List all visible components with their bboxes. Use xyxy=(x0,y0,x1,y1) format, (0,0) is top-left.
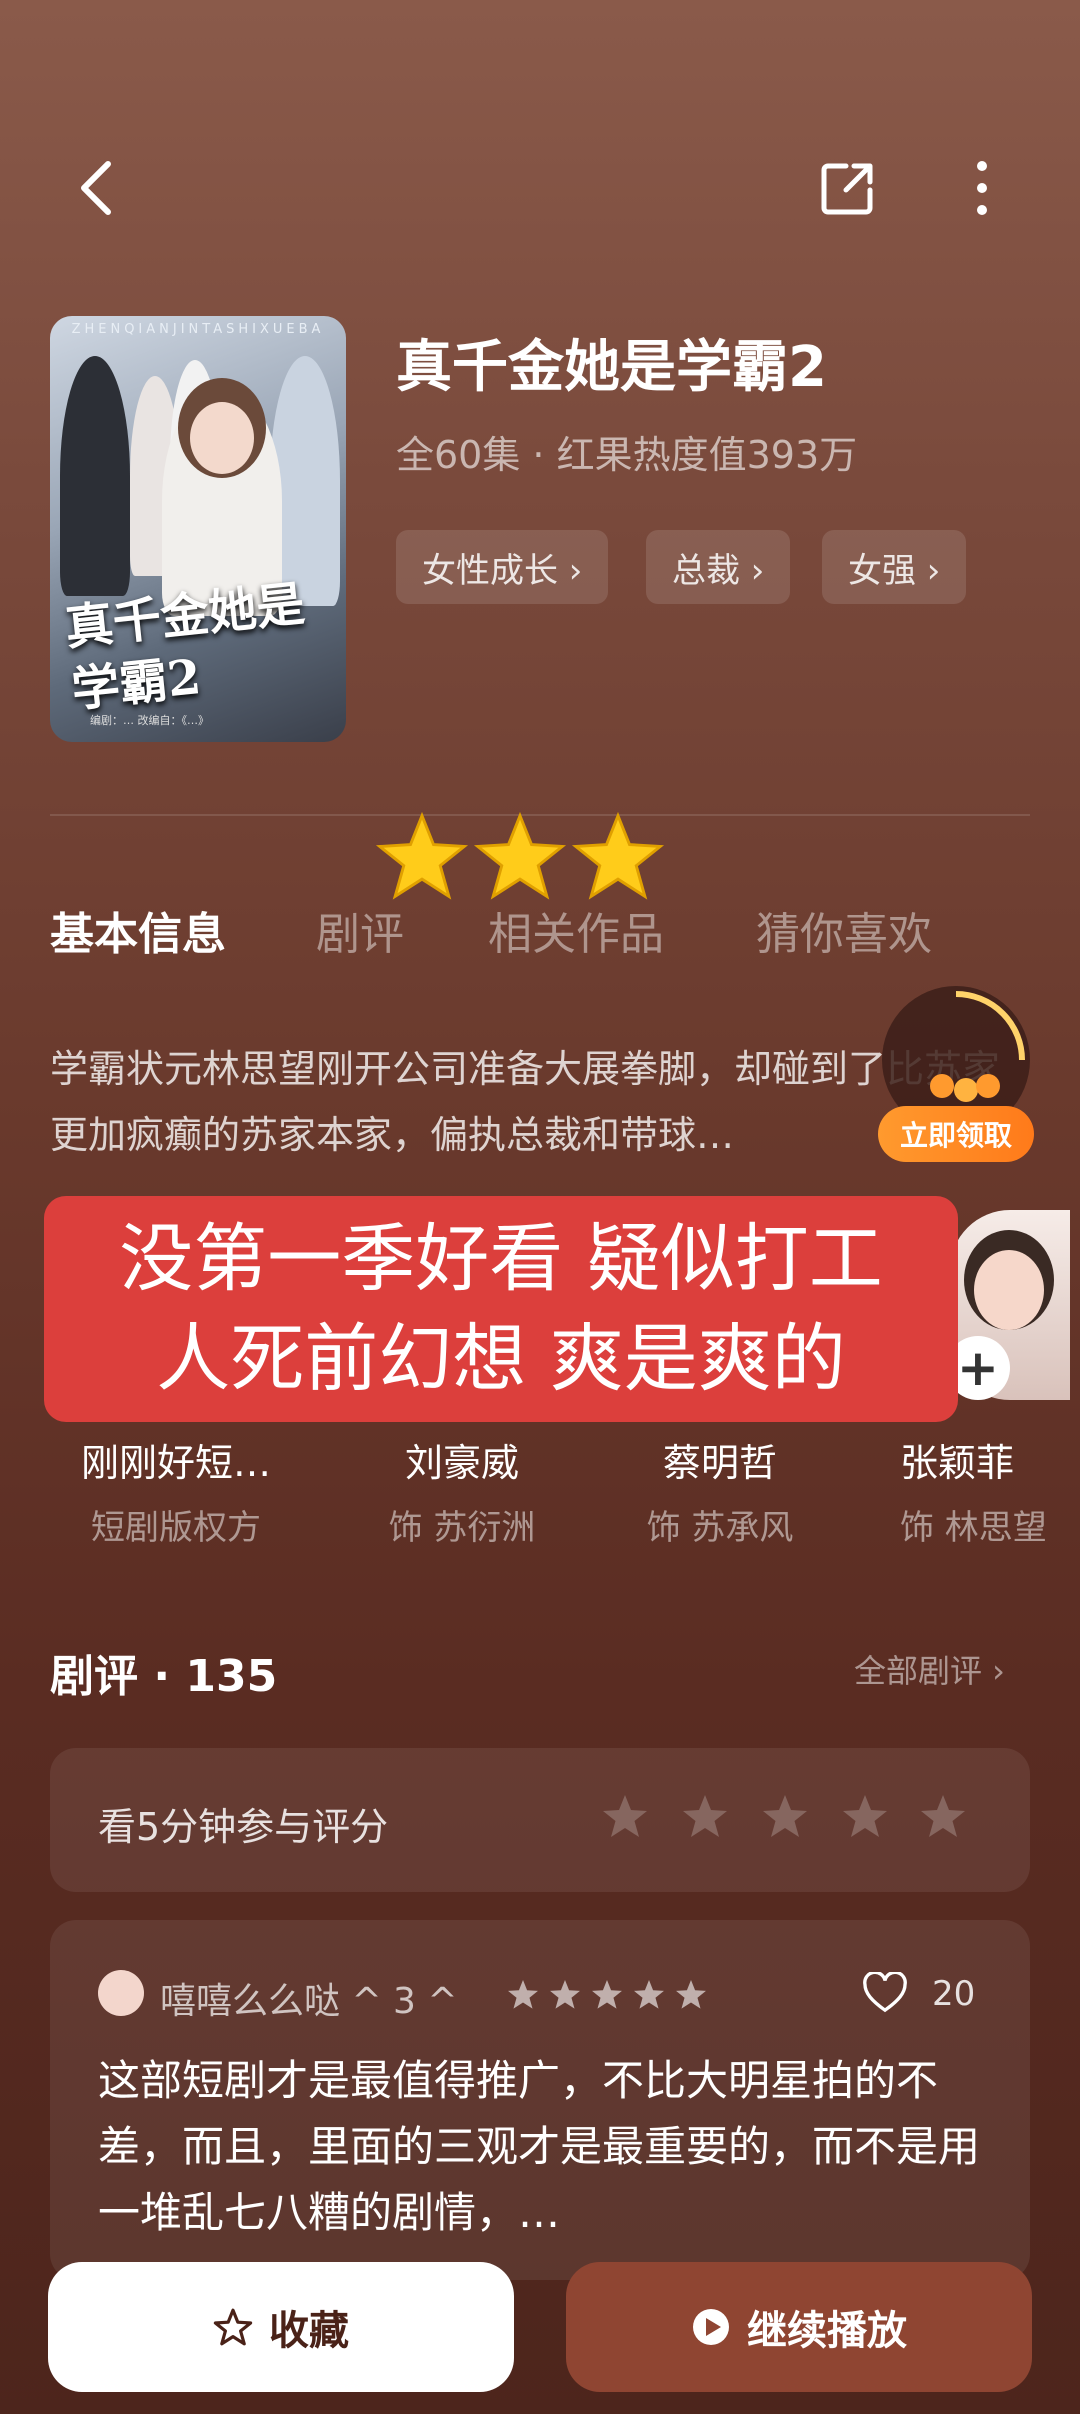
tag-female-growth[interactable]: 女性成长 › xyxy=(396,530,609,604)
poster-footer: 编剧：… 改编自：《…》 xyxy=(90,714,209,727)
favorite-label: 收藏 xyxy=(269,2308,349,2354)
star-icon xyxy=(592,1980,622,2009)
claim-reward-button[interactable]: 立即领取 xyxy=(878,1106,1034,1162)
plus-icon: + xyxy=(957,1339,999,1397)
drama-subtitle: 全60集 · 红果热度值393万 xyxy=(396,433,858,477)
back-button[interactable] xyxy=(56,148,136,228)
star-icon xyxy=(676,1980,706,2009)
share-icon xyxy=(821,163,873,215)
share-button[interactable] xyxy=(808,148,888,228)
more-vertical-icon xyxy=(977,161,987,215)
cast-role: 饰 苏衍洲 xyxy=(388,1508,536,1548)
cast-name[interactable]: 刘豪威 xyxy=(342,1432,582,1487)
cast-role: 饰 林思望 xyxy=(900,1508,1047,1548)
reviews-section-title: 剧评 · 135 xyxy=(50,1651,278,1702)
tag-strong-female[interactable]: 女强 › xyxy=(822,530,967,604)
star-outline-icon[interactable] xyxy=(760,1792,810,1842)
tab-related-works[interactable]: 相关作品 xyxy=(488,898,664,962)
poster[interactable]: ZHENQIANJINTASHIXUEBA 真千金她是学霸2 编剧：… 改编自：… xyxy=(50,316,346,742)
all-reviews-link[interactable]: 全部剧评 › xyxy=(854,1646,1005,1692)
cast-role: 饰 苏承风 xyxy=(646,1508,794,1548)
favorite-button[interactable]: 收藏 xyxy=(48,2262,514,2392)
review-username[interactable]: 嘻嘻么么哒 ^ 3 ^ xyxy=(160,1972,458,2024)
cast-name[interactable]: 张颖菲 xyxy=(900,1432,1080,1487)
poster-strip: ZHENQIANJINTASHIXUEBA xyxy=(71,322,325,337)
play-icon xyxy=(691,2307,731,2347)
tag-ceo[interactable]: 总裁 › xyxy=(646,530,791,604)
tab-basic-info[interactable]: 基本信息 xyxy=(50,898,226,962)
review-text: 这部短剧才是最值得推广，不比大明星拍的不差，而且，里面的三观才是最重要的，而不是… xyxy=(98,2056,981,2237)
cast-name[interactable]: 蔡明哲 xyxy=(600,1432,840,1487)
tab-recommendations[interactable]: 猜你喜欢 xyxy=(756,898,932,962)
chevron-left-icon xyxy=(81,161,111,215)
heart-icon[interactable] xyxy=(862,1972,908,2014)
star-icon xyxy=(473,811,567,900)
rating-prompt: 看5分钟参与评分 xyxy=(98,1805,389,1849)
star-icon xyxy=(571,811,665,900)
cast-name[interactable]: 刚刚好短… xyxy=(56,1432,296,1487)
star-outline-icon[interactable] xyxy=(680,1792,730,1842)
continue-play-button[interactable]: 继续播放 xyxy=(566,2262,1032,2392)
overlay-line-1: 没第一季好看 疑似打工 xyxy=(119,1216,883,1302)
star-icon xyxy=(508,1980,538,2009)
drama-title: 真千金她是学霸2 xyxy=(396,335,827,400)
play-label: 继续播放 xyxy=(747,2308,907,2354)
tab-reviews[interactable]: 剧评 xyxy=(316,898,404,962)
overlay-caption: 没第一季好看 疑似打工 人死前幻想 爽是爽的 xyxy=(44,1196,958,1422)
star-icon xyxy=(550,1980,580,2009)
like-count: 20 xyxy=(932,1974,976,2014)
star-outline-icon[interactable] xyxy=(600,1792,650,1842)
star-outline-icon xyxy=(213,2307,253,2347)
overlay-line-2: 人死前幻想 爽是爽的 xyxy=(156,1316,846,1402)
poster-title: 真千金她是学霸2 xyxy=(62,575,308,719)
star-outline-icon[interactable] xyxy=(918,1792,968,1842)
star-icon xyxy=(634,1980,664,2009)
user-avatar[interactable] xyxy=(98,1970,144,2016)
cast-role: 短剧版权方 xyxy=(91,1508,261,1548)
star-outline-icon[interactable] xyxy=(840,1792,890,1842)
star-icon xyxy=(375,811,469,900)
more-button[interactable] xyxy=(942,148,1022,228)
